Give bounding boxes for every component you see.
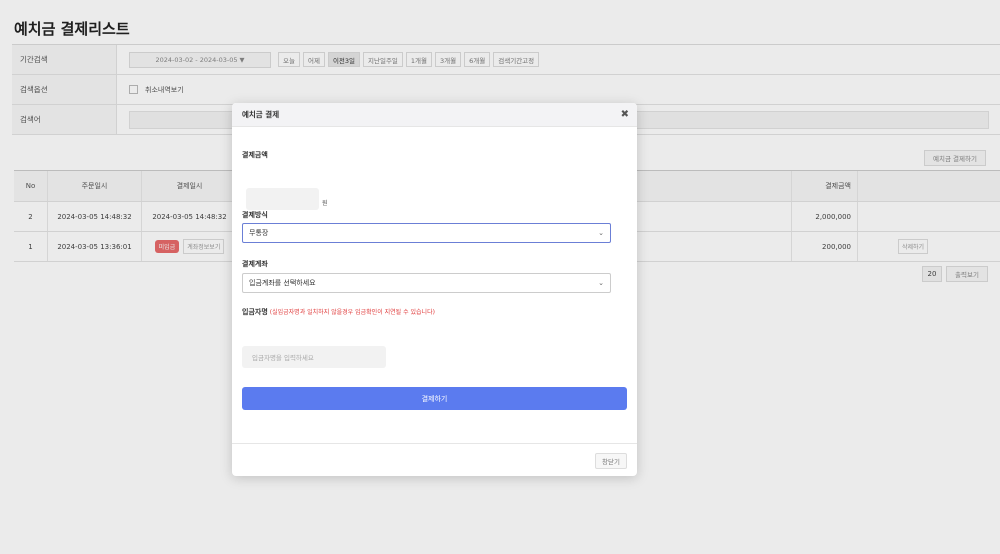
modal-title: 예치금 결제 [242,110,280,119]
amount-input[interactable] [246,188,319,210]
deposit-payment-modal: 예치금 결제 ✖ 결제금액 원 결제방식 무통장 ⌄ 결제계좌 입금계좌를 선택… [232,103,637,476]
modal-footer: 창닫기 [232,443,637,476]
chevron-down-icon: ⌄ [598,279,604,287]
chevron-down-icon: ⌄ [598,229,604,237]
account-select-value: 입금계좌를 선택하세요 [249,279,316,287]
modal-header: 예치금 결제 ✖ [232,103,637,127]
amount-label: 결제금액 [242,151,268,159]
account-select[interactable]: 입금계좌를 선택하세요 ⌄ [242,273,611,293]
depositor-label: 입금자명 [242,308,268,316]
pay-button[interactable]: 결제하기 [242,387,627,410]
depositor-name-input[interactable]: 입금자명을 입력하세요 [242,346,386,368]
depositor-notice: (실입금자명과 일치하지 않을경우 입금확인이 지연될 수 있습니다) [269,309,435,316]
close-button[interactable]: 창닫기 [595,453,627,469]
account-label: 결제계좌 [242,260,268,268]
currency-label: 원 [322,200,328,207]
close-icon[interactable]: ✖ [621,109,629,120]
method-select-value: 무통장 [249,229,269,237]
depositor-label-row: 입금자명 (실입금자명과 일치하지 않을경우 입금확인이 지연될 수 있습니다) [242,307,435,317]
modal-body: 결제금액 원 결제방식 무통장 ⌄ 결제계좌 입금계좌를 선택하세요 ⌄ 입금자… [232,127,637,441]
method-select[interactable]: 무통장 ⌄ [242,223,611,243]
method-label: 결제방식 [242,211,268,219]
